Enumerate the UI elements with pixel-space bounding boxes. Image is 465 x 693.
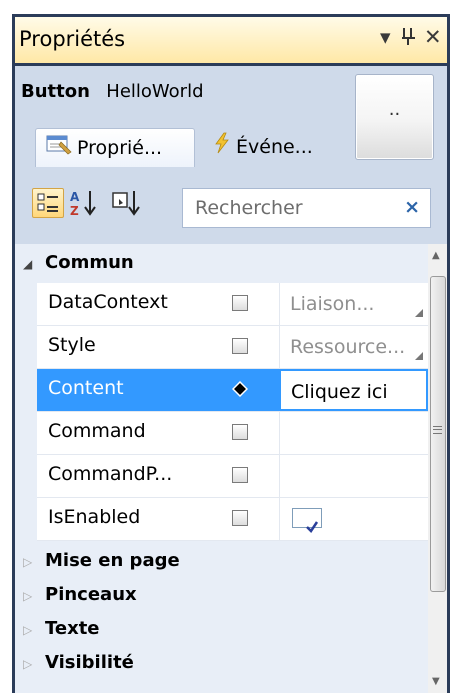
property-value: [279, 498, 428, 540]
property-row[interactable]: Style Ressource...: [37, 326, 428, 369]
property-name: Style: [48, 334, 96, 356]
property-name: IsEnabled: [48, 506, 141, 528]
category-label: Texte: [45, 618, 100, 639]
category-visibilite[interactable]: ▷ Visibilité: [15, 652, 428, 686]
object-name[interactable]: HelloWorld: [106, 81, 203, 102]
scroll-grip-icon: [433, 426, 442, 434]
property-row[interactable]: CommandP...: [37, 455, 428, 498]
property-row[interactable]: IsEnabled: [37, 498, 428, 541]
svg-text:Z: Z: [70, 204, 79, 218]
property-name: CommandP...: [48, 463, 173, 485]
expanded-arrow-icon[interactable]: ◢: [23, 257, 45, 271]
property-row[interactable]: Command: [37, 412, 428, 455]
collapsed-arrow-icon[interactable]: ▷: [23, 589, 45, 603]
property-name: DataContext: [48, 291, 168, 313]
advanced-options-icon[interactable]: [232, 338, 248, 354]
collapsed-arrow-icon[interactable]: ▷: [23, 623, 45, 637]
property-value-text: Ressource...: [290, 336, 406, 358]
close-icon[interactable]: ✕: [424, 23, 442, 51]
search-placeholder: Rechercher: [195, 197, 303, 219]
collapsed-arrow-icon[interactable]: ▷: [23, 555, 45, 569]
category-texte[interactable]: ▷ Texte: [15, 618, 428, 652]
category-label: Commun: [45, 252, 134, 273]
window-title: Propriétés: [19, 27, 126, 51]
property-grid: ◢ Commun DataContext Liaison... Style Res…: [15, 244, 428, 693]
category-pinceaux[interactable]: ▷ Pinceaux: [15, 584, 428, 618]
object-type: Button: [21, 81, 90, 102]
search-input[interactable]: Rechercher ×: [182, 188, 431, 228]
vertical-scrollbar[interactable]: ▲ ▼: [428, 244, 447, 693]
object-preview: ..: [355, 74, 434, 160]
properties-icon: [46, 130, 72, 168]
property-value-text: Cliquez ici: [291, 381, 388, 403]
tab-events-label: Événe...: [236, 136, 313, 158]
tab-properties-label: Proprié...: [77, 137, 163, 159]
category-mise-en-page[interactable]: ▷ Mise en page: [15, 550, 428, 584]
local-value-diamond-icon[interactable]: [231, 380, 249, 398]
category-label: Mise en page: [45, 550, 180, 571]
titlebar: Propriétés ▾ ✕: [15, 17, 447, 63]
scroll-thumb[interactable]: [430, 276, 446, 592]
tab-properties[interactable]: Proprié...: [35, 128, 195, 167]
advanced-options-icon[interactable]: [232, 424, 248, 440]
clear-search-icon[interactable]: ×: [404, 196, 420, 218]
isenabled-checkbox[interactable]: [292, 508, 322, 533]
advanced-options-icon[interactable]: [232, 295, 248, 311]
property-value[interactable]: [279, 455, 428, 497]
sort-bydef-icon[interactable]: [110, 188, 140, 216]
property-value[interactable]: [279, 412, 428, 454]
property-row-selected[interactable]: Content Cliquez ici: [37, 369, 428, 412]
property-value-text: Liaison...: [290, 293, 375, 315]
property-name: Content: [48, 377, 124, 399]
scroll-up-icon[interactable]: ▲: [432, 250, 440, 261]
categorized-view-icon[interactable]: [32, 188, 64, 218]
svg-text:A: A: [70, 190, 80, 204]
resize-grip-icon: [415, 309, 423, 317]
scroll-down-icon[interactable]: ▼: [432, 676, 440, 687]
property-value[interactable]: Liaison...: [279, 283, 428, 325]
object-header: Button HelloWorld: [21, 78, 204, 102]
content-value-input[interactable]: Cliquez ici: [279, 369, 428, 411]
advanced-options-icon[interactable]: [232, 467, 248, 483]
advanced-options-icon[interactable]: [232, 510, 248, 526]
lightning-icon: [213, 129, 231, 167]
category-label: Pinceaux: [45, 584, 137, 605]
category-label: Visibilité: [45, 652, 134, 673]
tab-events[interactable]: Événe...: [203, 128, 343, 166]
category-commun[interactable]: ◢ Commun: [15, 252, 428, 286]
collapsed-arrow-icon[interactable]: ▷: [23, 657, 45, 671]
property-row[interactable]: DataContext Liaison...: [37, 283, 428, 326]
resize-grip-icon: [415, 352, 423, 360]
property-value[interactable]: Ressource...: [279, 326, 428, 368]
properties-window: Propriétés ▾ ✕ Button HelloWorld .. Prop…: [12, 14, 450, 693]
dropdown-icon[interactable]: ▾: [380, 23, 391, 51]
property-name: Command: [48, 420, 146, 442]
sort-az-icon[interactable]: A Z: [68, 188, 98, 218]
pin-icon[interactable]: [401, 23, 417, 51]
